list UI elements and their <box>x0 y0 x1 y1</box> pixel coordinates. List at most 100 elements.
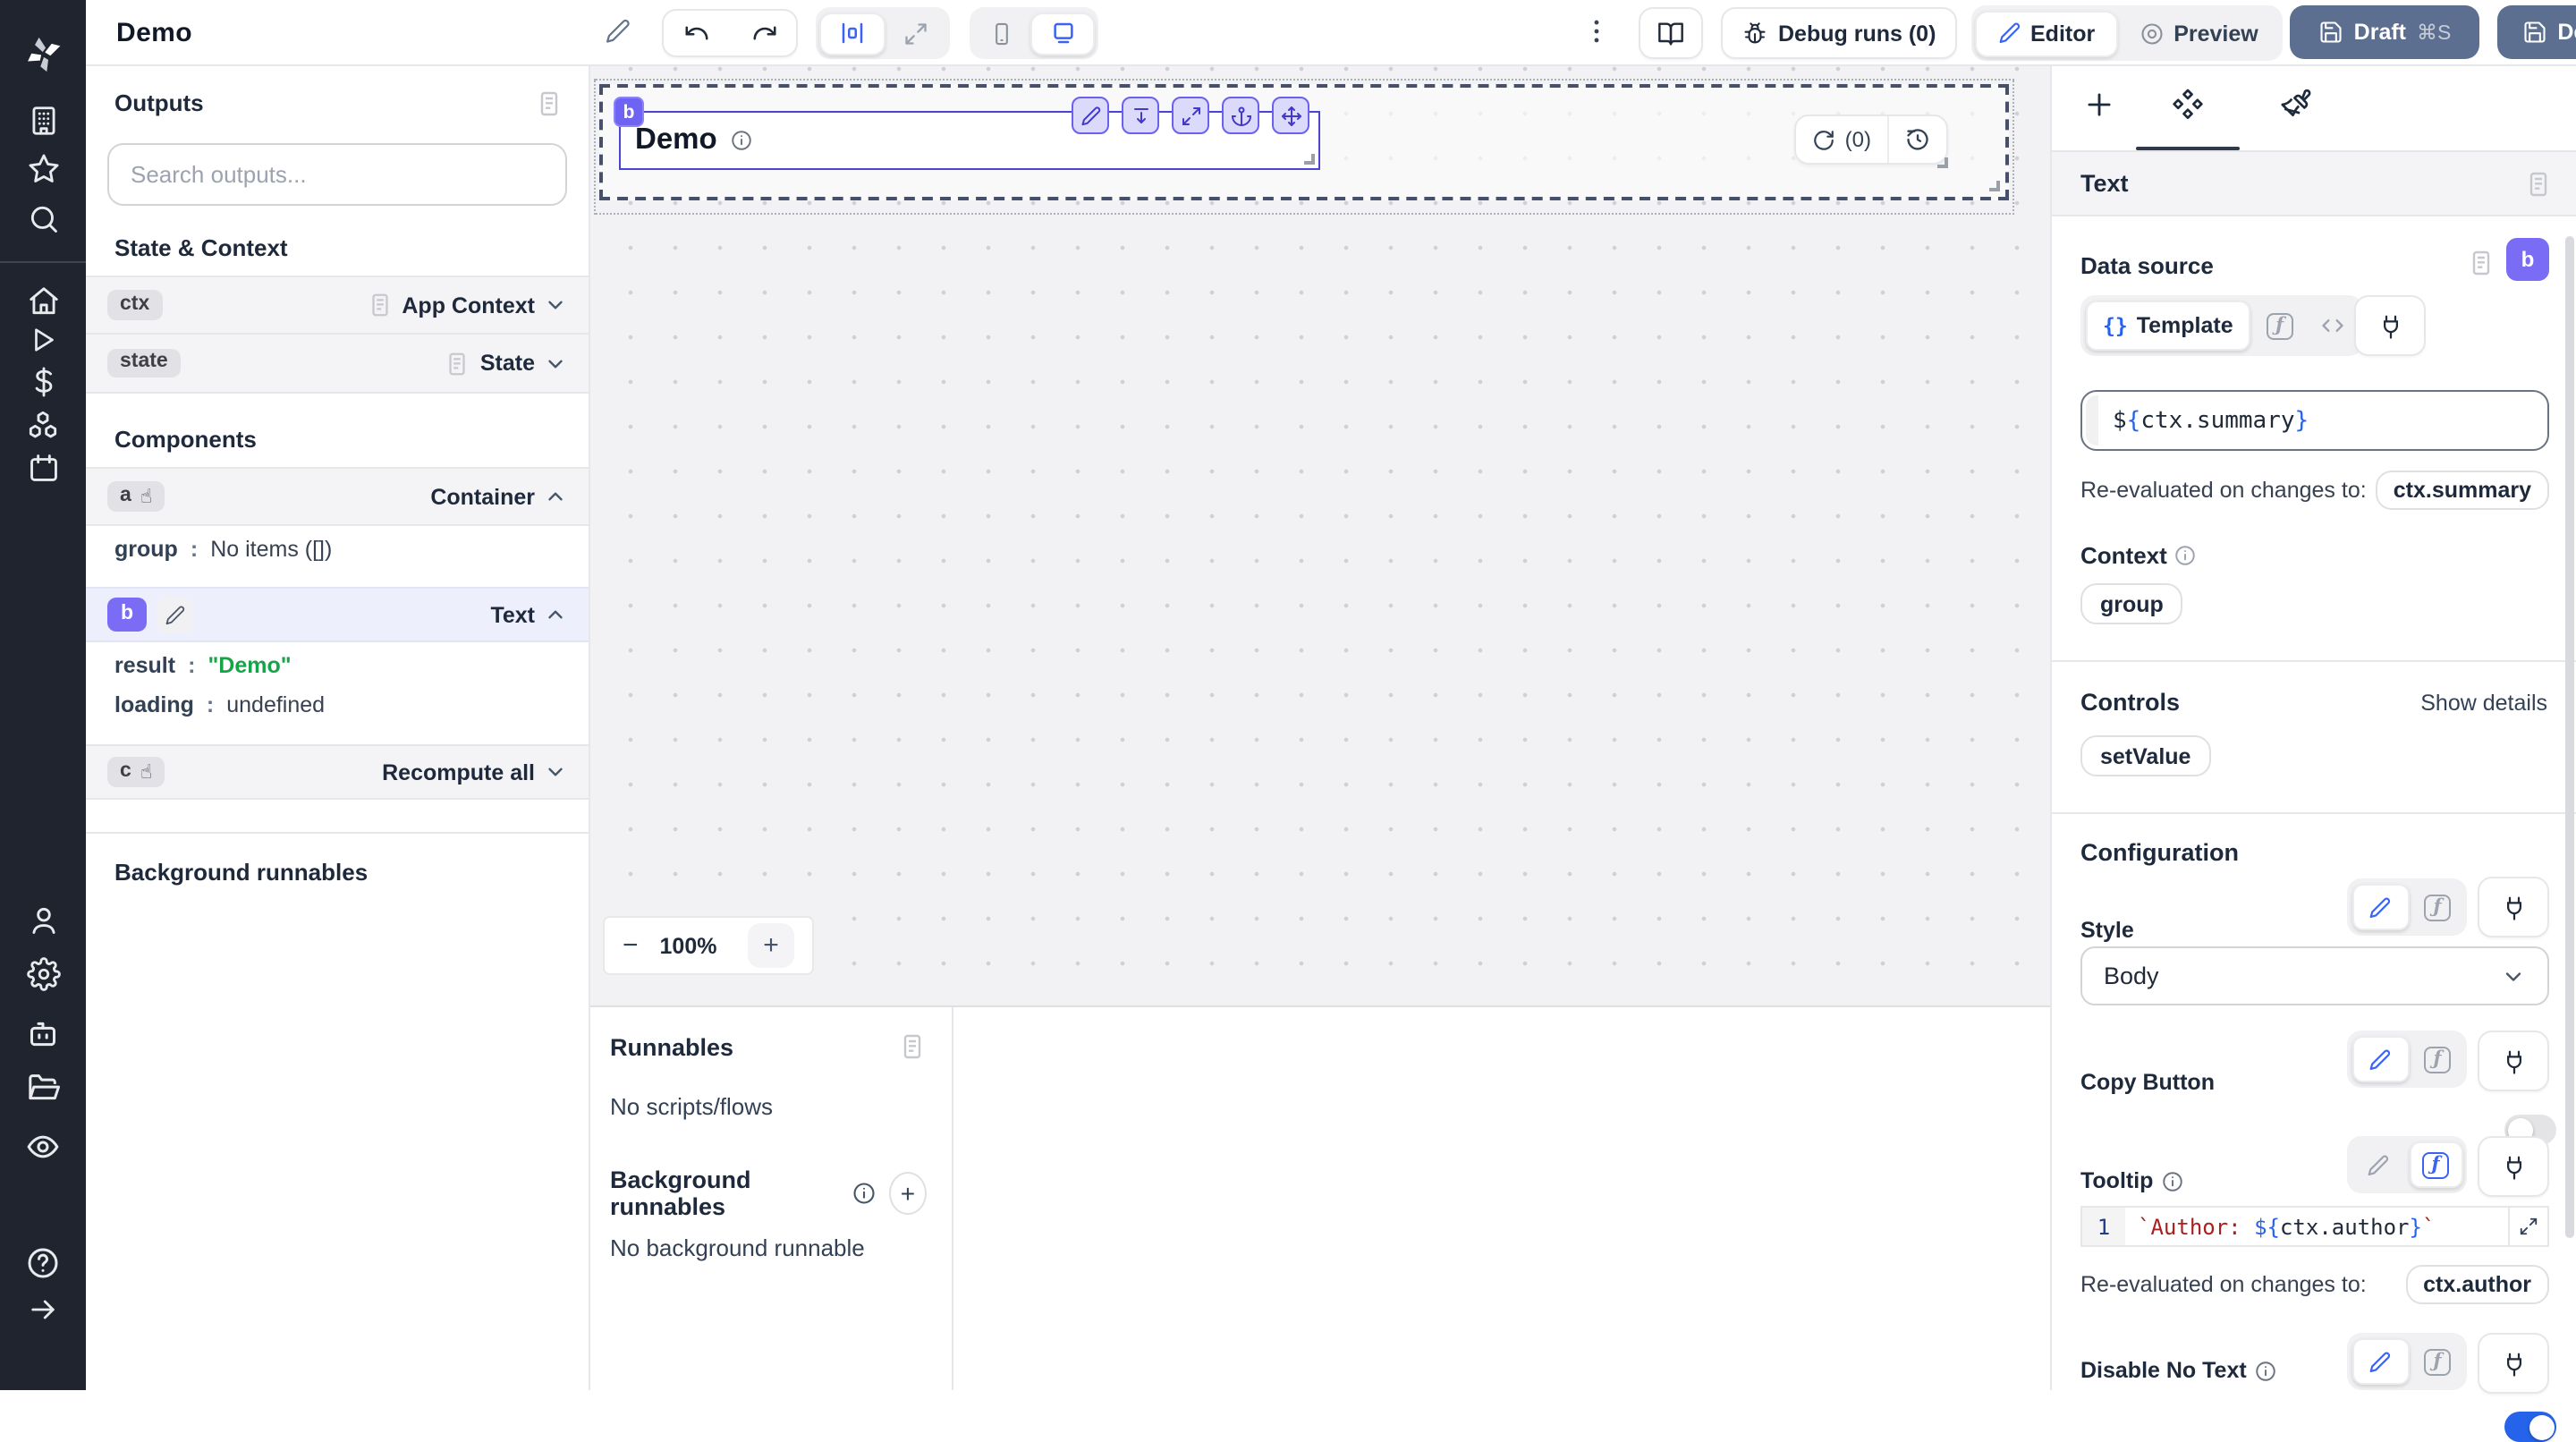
component-b-pencil-icon[interactable] <box>157 597 193 632</box>
zoom-in-button[interactable]: + <box>748 923 794 968</box>
code-mode-button[interactable] <box>2309 301 2359 351</box>
spacing-mode-button[interactable] <box>819 12 886 55</box>
container-a-outline[interactable]: Demo b (0) <box>599 84 2009 200</box>
fullscreen-mode-button[interactable] <box>886 12 946 55</box>
style-fx-button[interactable]: ƒ <box>2412 884 2462 930</box>
container-resize-handle[interactable] <box>1989 181 2000 191</box>
edit-pencil-button[interactable] <box>1072 97 1109 134</box>
anchor-button[interactable] <box>1222 97 1259 134</box>
tooltip-plug-button[interactable] <box>2478 1136 2549 1197</box>
component-toolbar <box>1072 97 1309 134</box>
fx-mode-button[interactable]: ƒ <box>2255 301 2305 351</box>
workers-robot-icon[interactable] <box>0 1016 86 1052</box>
outputs-doc-icon[interactable] <box>535 89 564 118</box>
history-button[interactable] <box>1887 116 1946 163</box>
component-b-loading-row[interactable]: loading : undefined <box>86 682 589 728</box>
copy-button-label: Copy Button <box>2080 1070 2215 1095</box>
disable-static-button[interactable] <box>2351 1338 2409 1385</box>
resources-cubes-icon[interactable] <box>0 408 86 444</box>
tab-add-component[interactable] <box>2077 88 2120 122</box>
windmill-logo-icon[interactable] <box>0 32 86 77</box>
chevron-down-icon[interactable] <box>544 352 567 375</box>
component-b-row[interactable]: b Text <box>86 587 589 642</box>
state-doc-icon[interactable] <box>445 350 471 377</box>
reeval-author-chip[interactable]: ctx.author <box>2405 1265 2549 1304</box>
runs-play-icon[interactable] <box>0 324 86 356</box>
collapse-rail-arrow-icon[interactable] <box>0 1294 86 1326</box>
rename-pencil-icon[interactable] <box>605 18 631 45</box>
editor-tab[interactable]: Editor <box>1975 10 2118 56</box>
billing-dollar-icon[interactable] <box>0 365 86 399</box>
chevron-down-icon[interactable] <box>544 293 567 317</box>
show-details-link[interactable]: Show details <box>2420 691 2547 716</box>
app-canvas[interactable]: Demo b (0) <box>590 66 2050 1005</box>
desktop-view-button[interactable] <box>1030 12 1095 55</box>
ctx-doc-icon[interactable] <box>366 292 393 318</box>
state-row[interactable]: state State <box>86 335 589 394</box>
zoom-out-button[interactable]: − <box>623 930 639 961</box>
connect-plug-button[interactable] <box>2354 295 2426 356</box>
component-doc-icon[interactable] <box>2524 169 2553 198</box>
template-mode-button[interactable]: {} Template <box>2085 301 2251 351</box>
expand-code-button[interactable] <box>2508 1208 2547 1245</box>
reeval-summary-chip[interactable]: ctx.summary <box>2376 471 2549 510</box>
draft-button[interactable]: Draft ⌘S <box>2290 5 2479 59</box>
chevron-up-icon[interactable] <box>544 603 567 626</box>
users-person-icon[interactable] <box>0 903 86 937</box>
search-outputs-input[interactable] <box>107 143 567 206</box>
disable-fx-button[interactable]: ƒ <box>2412 1338 2462 1385</box>
copy-fx-button[interactable]: ƒ <box>2412 1036 2462 1082</box>
schedules-calendar-icon[interactable] <box>0 451 86 485</box>
debug-runs-button[interactable]: Debug runs (0) <box>1721 7 1957 59</box>
folders-icon[interactable] <box>0 1070 86 1106</box>
save-deploy-icon <box>2521 20 2546 45</box>
chevron-down-icon[interactable] <box>544 760 567 784</box>
deploy-button[interactable]: Deploy <box>2497 5 2576 59</box>
data-source-id-badge[interactable]: b <box>2506 238 2549 281</box>
ctx-row[interactable]: ctx App Context <box>86 276 589 335</box>
home-icon[interactable] <box>0 284 86 318</box>
resize-handle[interactable] <box>1304 154 1315 165</box>
component-c-row[interactable]: c☝ Recompute all <box>86 744 589 800</box>
more-menu-icon[interactable] <box>1581 16 1612 47</box>
component-a-row[interactable]: a☝ Container <box>86 467 589 526</box>
runnables-doc-icon[interactable] <box>898 1032 927 1061</box>
undo-button[interactable] <box>662 11 730 55</box>
refresh-count-button[interactable]: (0) <box>1797 116 1887 163</box>
data-source-doc-icon[interactable] <box>2467 249 2496 277</box>
style-select[interactable]: Body <box>2080 946 2549 1005</box>
expand-button[interactable] <box>1172 97 1209 134</box>
add-background-runnable-button[interactable]: + <box>889 1172 927 1215</box>
tab-styling[interactable] <box>2274 88 2317 122</box>
copy-plug-button[interactable] <box>2478 1031 2549 1091</box>
tooltip-fx-button[interactable]: ƒ <box>2409 1141 2462 1188</box>
settings-gear-icon[interactable] <box>0 957 86 991</box>
fill-height-button[interactable] <box>1122 97 1159 134</box>
style-plug-button[interactable] <box>2478 877 2549 937</box>
setvalue-chip[interactable]: setValue <box>2080 735 2210 776</box>
audit-eye-icon[interactable] <box>0 1129 86 1165</box>
component-a-prop-row[interactable]: group : No items ([]) <box>86 526 589 573</box>
preview-tab[interactable]: Preview <box>2118 10 2280 56</box>
favorites-star-icon[interactable] <box>0 152 86 186</box>
workspace-icon[interactable] <box>0 104 86 138</box>
resize-handle[interactable] <box>1937 157 1948 168</box>
chevron-up-icon[interactable] <box>544 485 567 508</box>
inspector-scrollbar[interactable] <box>2565 236 2574 1238</box>
context-group-chip[interactable]: group <box>2080 583 2183 624</box>
component-b-result-row[interactable]: result : "Demo" <box>86 642 589 682</box>
tab-component-settings[interactable] <box>2166 88 2209 123</box>
copy-static-button[interactable] <box>2351 1036 2409 1082</box>
template-value-input[interactable]: ${ctx.summary} <box>2080 390 2549 451</box>
style-static-button[interactable] <box>2351 884 2409 930</box>
tooltip-code-editor[interactable]: 1 `Author: ${ctx.author}` <box>2080 1206 2549 1247</box>
help-icon[interactable] <box>0 1245 86 1281</box>
tooltip-static-button[interactable] <box>2351 1141 2405 1188</box>
redo-button[interactable] <box>730 11 798 55</box>
disable-no-text-toggle[interactable] <box>2504 1412 2556 1442</box>
mobile-view-button[interactable] <box>973 12 1030 55</box>
search-icon[interactable] <box>0 202 86 236</box>
docs-book-button[interactable] <box>1639 7 1703 59</box>
disable-plug-button[interactable] <box>2478 1333 2549 1394</box>
move-button[interactable] <box>1272 97 1309 134</box>
